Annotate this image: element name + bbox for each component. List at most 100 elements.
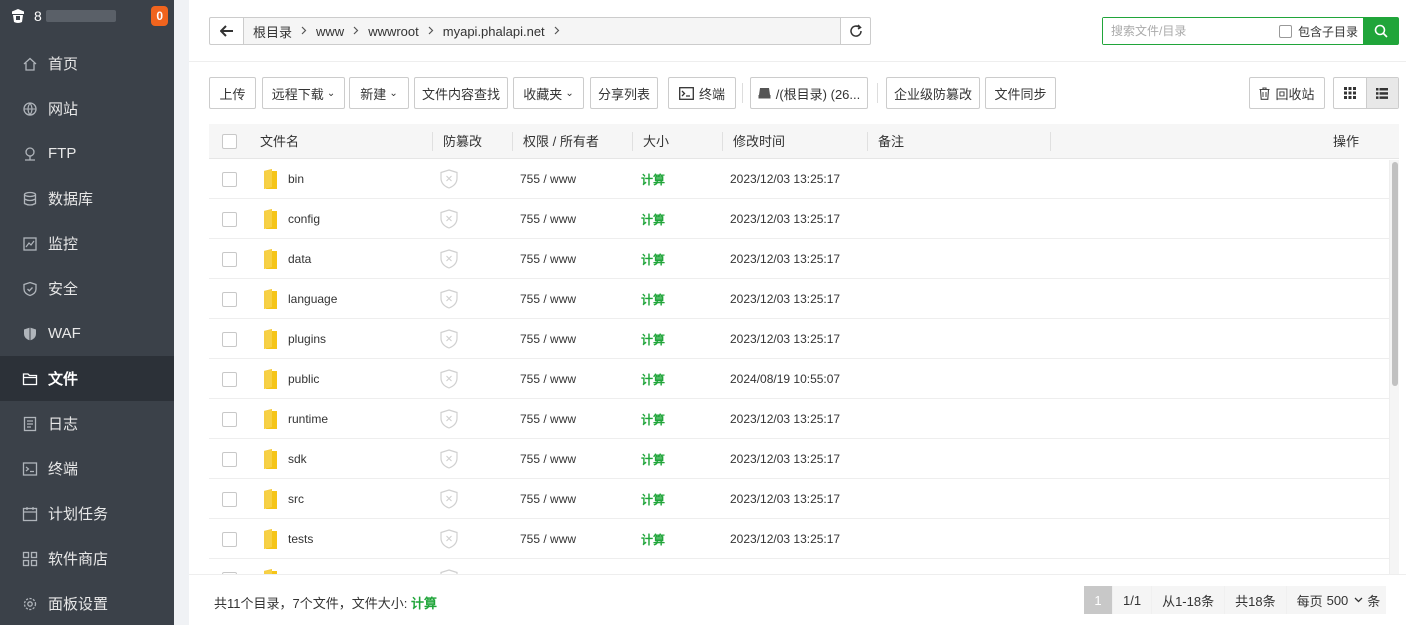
include-subdir-box[interactable] [1278,24,1292,38]
row-checkbox[interactable] [222,439,237,479]
file-size-calc[interactable]: 计算 [641,439,665,479]
sidebar-item-calendar[interactable]: 计划任务 [0,491,174,536]
sidebar-item-log[interactable]: 日志 [0,401,174,446]
sidebar-item-folder[interactable]: 文件 [0,356,174,401]
file-name[interactable]: tests [288,519,313,559]
notification-badge[interactable]: 0 [151,6,168,26]
table-row[interactable]: src 755 / www 计算 2023/12/03 13:25:17 [209,479,1399,519]
row-checkbox[interactable] [222,519,237,559]
file-size-calc[interactable]: 计算 [641,519,665,559]
row-checkbox[interactable] [222,319,237,359]
sidebar-item-apps[interactable]: 软件商店 [0,536,174,581]
table-row[interactable]: config 755 / www 计算 2023/12/03 13:25:17 [209,199,1399,239]
sidebar-item-ftp[interactable]: FTP [0,131,174,176]
breadcrumb-segment[interactable]: wwwroot [368,24,419,39]
table-scrollbar[interactable] [1389,160,1399,574]
sidebar-item-monitor[interactable]: 监控 [0,221,174,266]
summary-calc-link[interactable]: 计算 [411,596,437,611]
sidebar-item-gear[interactable]: 面板设置 [0,581,174,625]
file-name[interactable]: plugins [288,319,326,359]
row-checkbox[interactable] [222,399,237,439]
file-perm[interactable]: 755 / www [520,359,576,399]
row-checkbox[interactable] [222,279,237,319]
file-name[interactable]: language [288,279,337,319]
sidebar-item-home[interactable]: 首页 [0,41,174,86]
file-size-calc[interactable]: 计算 [641,319,665,359]
refresh-button[interactable] [840,17,871,45]
file-perm[interactable]: 755 / www [520,239,576,279]
file-size-calc[interactable]: 计算 [641,279,665,319]
file-name[interactable]: runtime [288,399,328,439]
scrollbar-thumb[interactable] [1392,162,1398,386]
favorites-button[interactable]: 收藏夹 ⌄ [513,77,584,109]
file-size-calc[interactable]: 计算 [641,359,665,399]
breadcrumb-segment[interactable]: myapi.phalapi.net [443,24,545,39]
file-perm[interactable]: 755 / www [520,439,576,479]
sidebar-item-terminal[interactable]: 终端 [0,446,174,491]
file-name[interactable]: config [288,199,320,239]
file-perm[interactable]: 755 / www [520,279,576,319]
list-view-button[interactable] [1365,78,1398,108]
header-name[interactable]: 文件名 [260,124,299,159]
file-perm[interactable]: 755 / www [520,519,576,559]
row-checkbox[interactable] [222,199,237,239]
upload-button[interactable]: 上传 [209,77,256,109]
terminal-button[interactable]: 终端 [668,77,736,109]
search-input[interactable] [1103,18,1279,44]
grid-view-button[interactable] [1334,78,1366,108]
table-row[interactable]: plugins 755 / www 计算 2023/12/03 13:25:17 [209,319,1399,359]
file-perm[interactable]: 755 / www [520,199,576,239]
share-list-button[interactable]: 分享列表 [590,77,658,109]
breadcrumb[interactable]: 根目录 www wwwroot myapi.phalapi.net [243,17,841,45]
row-checkbox[interactable] [222,159,237,199]
file-size-calc[interactable]: 计算 [641,239,665,279]
remote-download-button[interactable]: 远程下载 ⌄ [262,77,345,109]
tamper-shield-icon[interactable] [440,159,458,199]
row-checkbox[interactable] [222,479,237,519]
file-perm[interactable]: 755 / www [520,479,576,519]
file-sync-button[interactable]: 文件同步 [985,77,1056,109]
search-button[interactable] [1363,17,1399,45]
include-subdir-checkbox[interactable]: 包含子目录 [1278,23,1364,40]
header-mtime[interactable]: 修改时间 [733,124,785,159]
sidebar-item-waf-shield[interactable]: WAF [0,311,174,356]
table-row[interactable]: public 755 / www 计算 2024/08/19 10:55:07 [209,359,1399,399]
breadcrumb-segment[interactable]: www [316,24,344,39]
page-current[interactable]: 1 [1084,586,1112,614]
tamper-proof-button[interactable]: 企业级防篡改 [886,77,980,109]
back-button[interactable] [209,17,244,45]
tamper-shield-icon[interactable] [440,279,458,319]
header-size[interactable]: 大小 [643,124,669,159]
new-button[interactable]: 新建 ⌄ [349,77,409,109]
row-checkbox[interactable] [222,359,237,399]
file-size-calc[interactable]: 计算 [641,199,665,239]
table-row[interactable]: runtime 755 / www 计算 2023/12/03 13:25:17 [209,399,1399,439]
tamper-shield-icon[interactable] [440,519,458,559]
table-row[interactable]: data 755 / www 计算 2023/12/03 13:25:17 [209,239,1399,279]
tamper-shield-icon[interactable] [440,359,458,399]
recycle-bin-button[interactable]: 回收站 [1249,77,1325,109]
file-name[interactable]: data [288,239,311,279]
file-perm[interactable]: 755 / www [520,319,576,359]
disk-button[interactable]: /(根目录) (26... [750,77,868,109]
table-row[interactable]: sdk 755 / www 计算 2023/12/03 13:25:17 [209,439,1399,479]
tamper-shield-icon[interactable] [440,479,458,519]
row-checkbox[interactable] [222,239,237,279]
row-checkbox[interactable] [222,559,237,574]
select-all-checkbox[interactable] [222,134,237,149]
file-name[interactable]: sdk [288,439,307,479]
file-size-calc[interactable]: 计算 [641,479,665,519]
sidebar-item-shield[interactable]: 安全 [0,266,174,311]
sidebar-item-globe[interactable]: 网站 [0,86,174,131]
content-search-button[interactable]: 文件内容查找 [414,77,508,109]
per-page-select[interactable]: 500 [1327,593,1364,608]
tamper-shield-icon[interactable] [440,319,458,359]
sidebar-item-database[interactable]: 数据库 [0,176,174,221]
file-perm[interactable]: 755 / www [520,159,576,199]
tamper-shield-icon[interactable] [440,439,458,479]
file-perm[interactable]: 755 / www [520,399,576,439]
file-name[interactable]: bin [288,159,304,199]
tamper-shield-icon[interactable] [440,199,458,239]
tamper-shield-icon[interactable] [440,399,458,439]
table-row[interactable]: tests 755 / www 计算 2023/12/03 13:25:17 [209,519,1399,559]
